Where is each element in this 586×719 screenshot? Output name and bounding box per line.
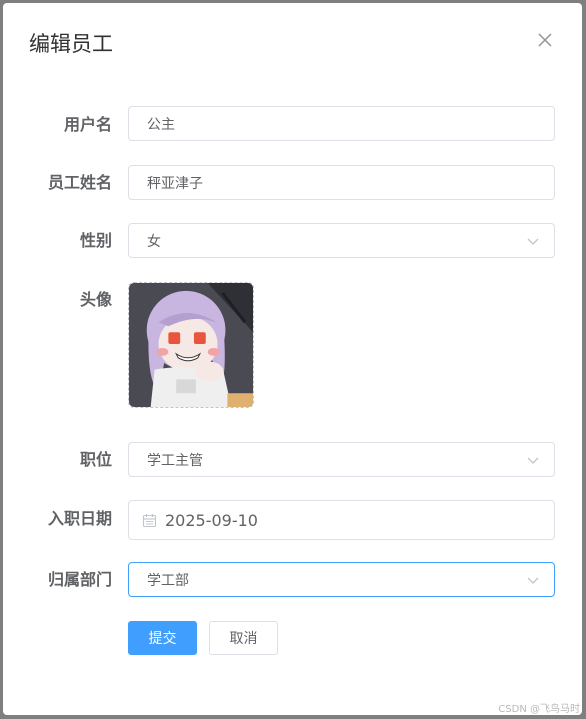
chevron-down-icon <box>526 453 540 467</box>
position-select[interactable]: 学工主管 <box>128 442 555 477</box>
position-label: 职位 <box>79 450 112 469</box>
employee-name-label: 员工姓名 <box>47 173 112 192</box>
avatar-image <box>129 283 253 407</box>
username-value: 公主 <box>147 116 175 133</box>
hire-date-value: 2025-09-10 <box>165 510 258 530</box>
position-value: 学工主管 <box>147 452 203 469</box>
department-value: 学工部 <box>147 572 189 589</box>
submit-button[interactable]: 提交 <box>128 621 197 655</box>
department-select[interactable]: 学工部 <box>128 562 555 597</box>
hire-date-picker[interactable]: 2025-09-10 <box>128 500 555 540</box>
employee-name-value: 秤亚津子 <box>147 175 203 192</box>
cancel-button[interactable]: 取消 <box>209 621 278 655</box>
chevron-down-icon <box>526 234 540 248</box>
gender-select[interactable]: 女 <box>128 223 555 258</box>
gender-value: 女 <box>147 233 161 250</box>
chevron-down-icon <box>526 573 540 587</box>
department-label: 归属部门 <box>47 570 112 589</box>
calendar-icon <box>142 513 157 528</box>
hire-date-label: 入职日期 <box>47 509 112 528</box>
dialog-title: 编辑员工 <box>29 32 113 56</box>
avatar-upload[interactable] <box>128 282 254 408</box>
close-icon[interactable] <box>535 30 555 50</box>
watermark: CSDN @飞鸟马时 <box>498 704 580 715</box>
gender-label: 性别 <box>79 231 112 250</box>
username-label: 用户名 <box>63 115 112 134</box>
username-input[interactable]: 公主 <box>128 106 555 141</box>
avatar-label: 头像 <box>79 290 112 309</box>
employee-name-input[interactable]: 秤亚津子 <box>128 165 555 200</box>
edit-employee-dialog: 编辑员工 用户名 公主 员工姓名 秤亚津子 性别 女 头像 职位 学工主管 入职… <box>3 3 582 715</box>
